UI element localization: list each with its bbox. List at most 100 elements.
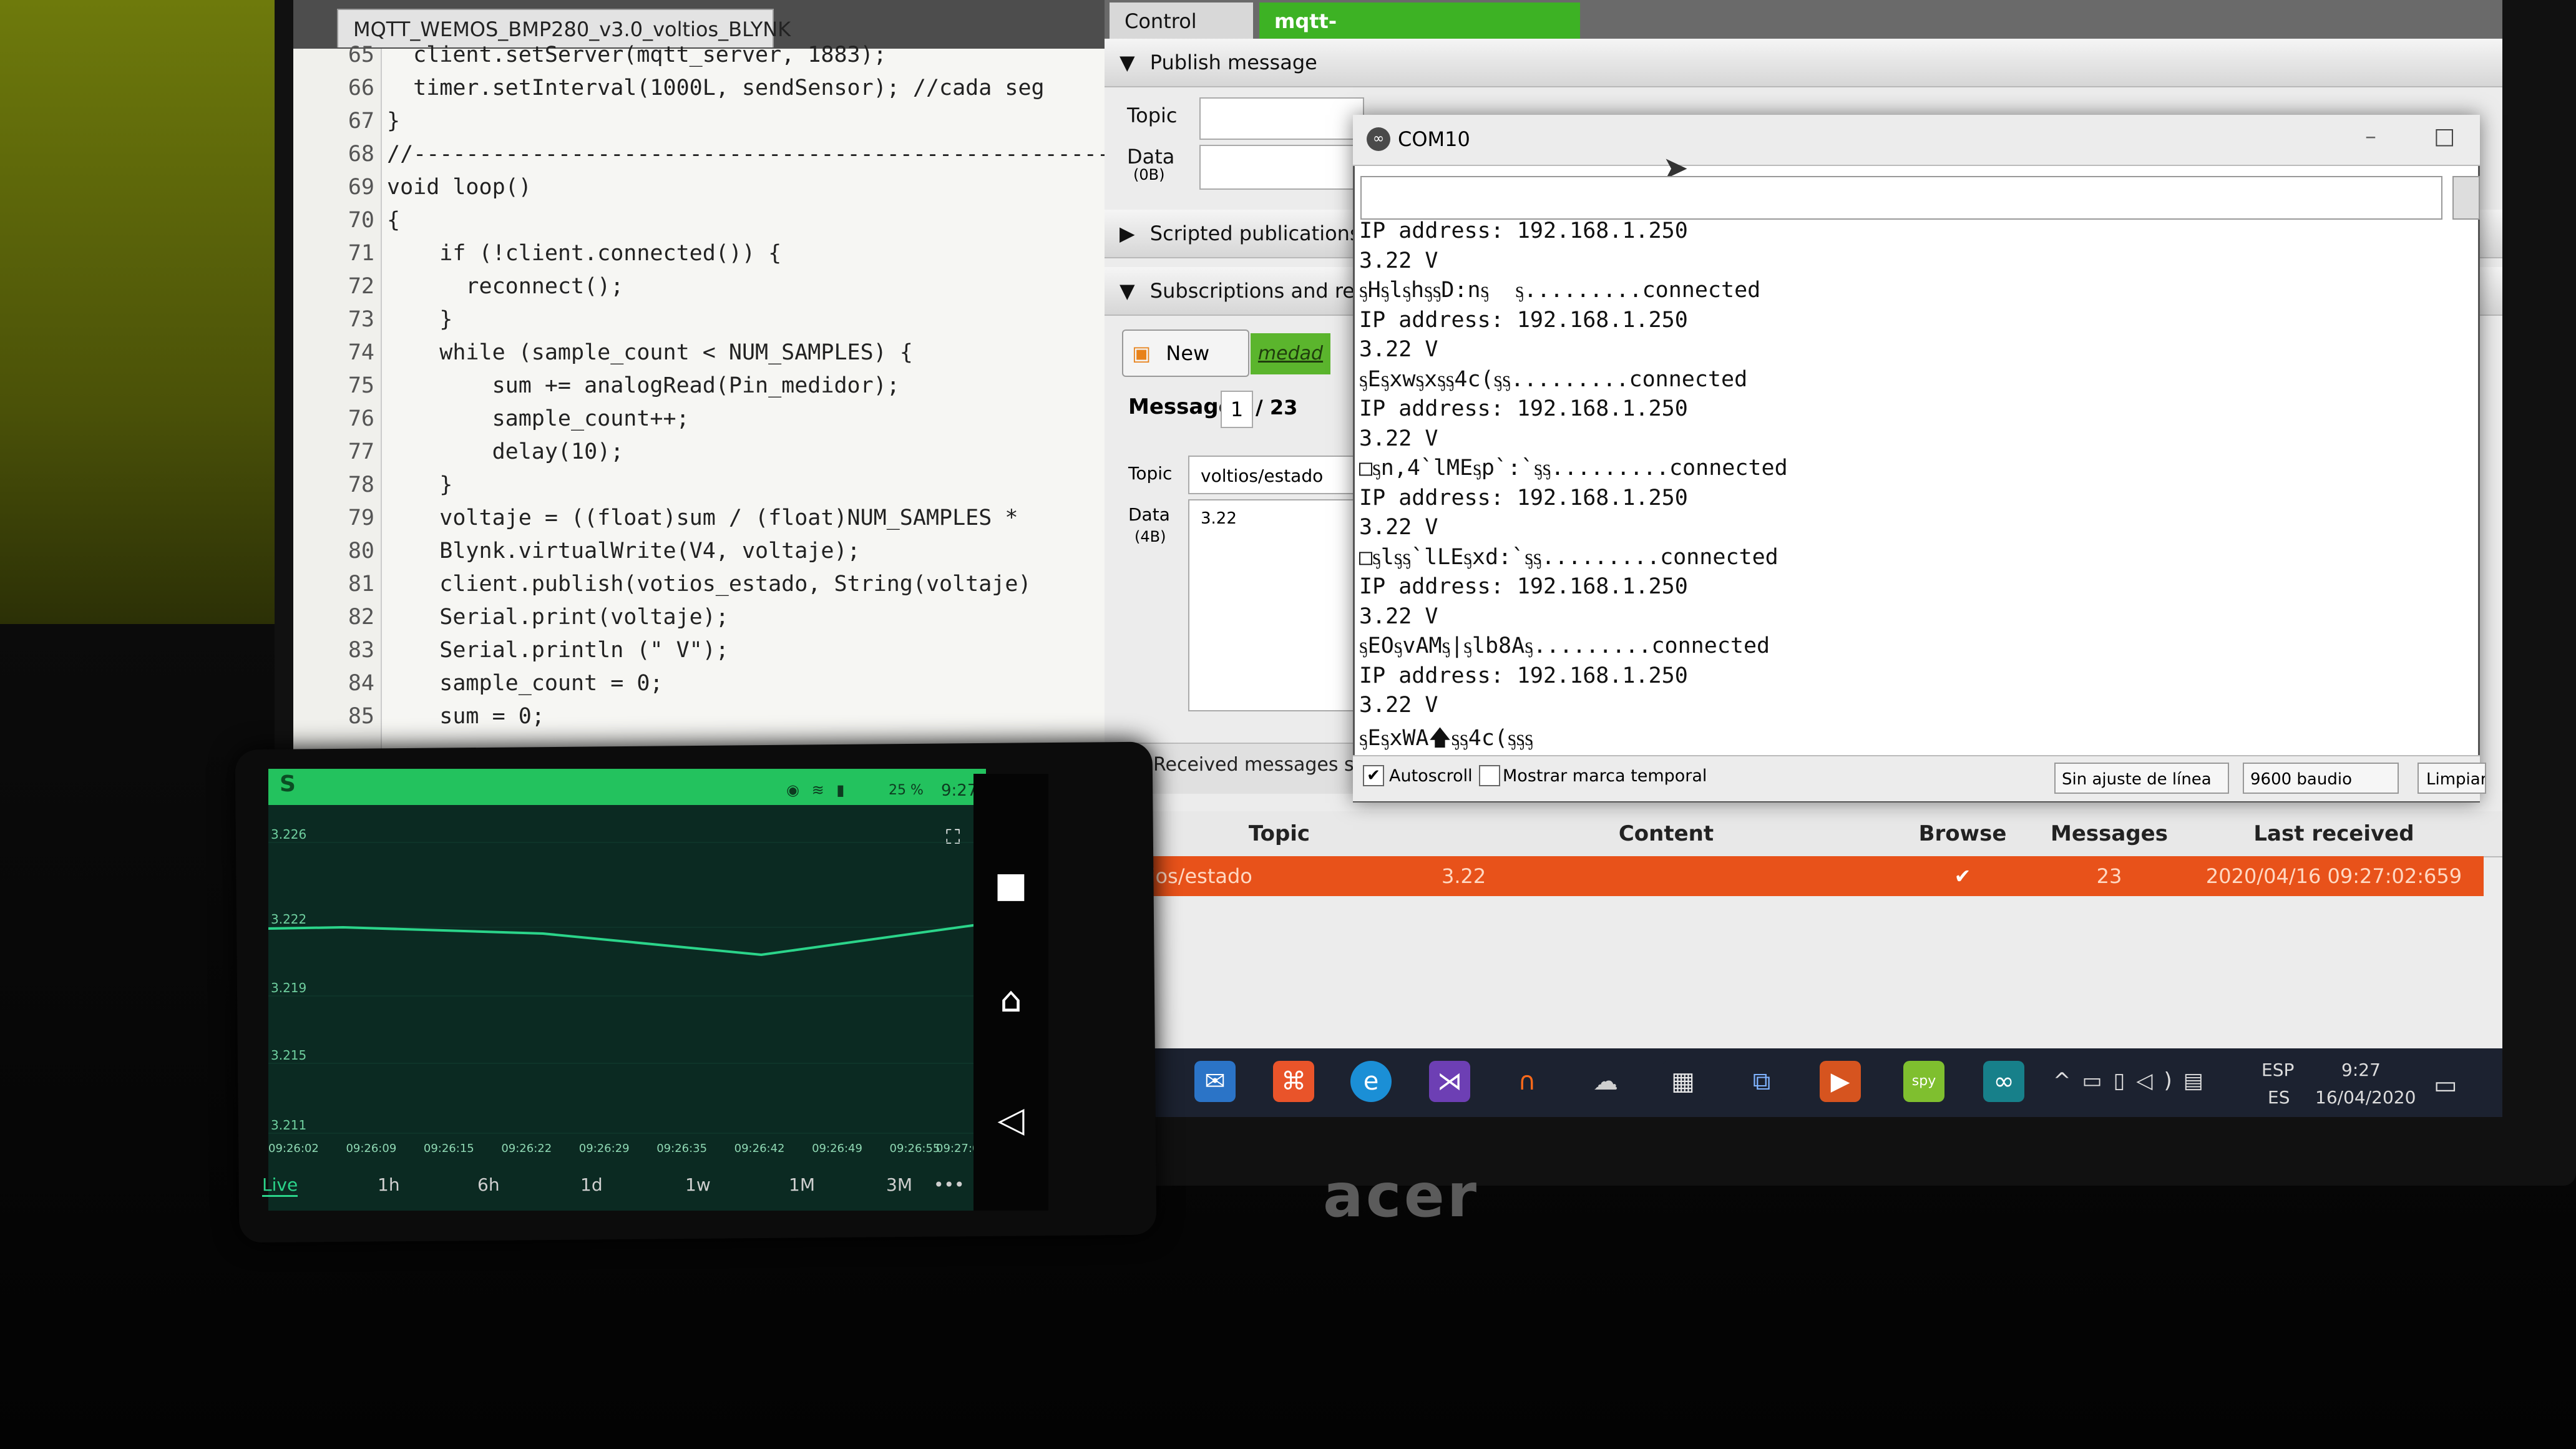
home-icon[interactable]: ⌂	[989, 980, 1033, 1020]
data-label: Data	[1127, 145, 1175, 168]
col-browse[interactable]: Browse	[1900, 811, 2025, 856]
code-line[interactable]: sum += analogRead(Pin_medidor);	[387, 373, 900, 398]
serial-line: ᶊEᶊxWA🡅ᶊᶊ4c(ᶊᶊᶊ	[1359, 725, 1533, 751]
range-1w[interactable]: 1w	[685, 1174, 711, 1195]
media-player-icon[interactable]: ▶	[1820, 1061, 1861, 1102]
col-last-received[interactable]: Last received	[2190, 811, 2477, 856]
x-tick: 09:26:15	[424, 1142, 474, 1155]
serial-line: IP address: 192.168.1.250	[1359, 663, 1688, 688]
message-label: Message	[1128, 394, 1233, 419]
new-button-label: New	[1166, 341, 1210, 365]
autoscroll-checkbox[interactable]: ✔	[1363, 765, 1384, 786]
col-content[interactable]: Content	[1435, 811, 1897, 856]
clock-date[interactable]: 16/04/2020	[2315, 1087, 2416, 1108]
code-line[interactable]: Blynk.virtualWrite(V4, voltaje);	[387, 539, 860, 564]
timestamp-checkbox[interactable]	[1479, 765, 1500, 786]
status-time: 9:27	[941, 781, 978, 800]
message-total: / 23	[1256, 396, 1298, 419]
line-number: 65	[348, 42, 374, 67]
lang-top[interactable]: ESP	[2261, 1060, 2294, 1080]
range-1d[interactable]: 1d	[580, 1174, 603, 1195]
x-tick: 09:26:29	[579, 1142, 630, 1155]
recent-apps-icon[interactable]: ■	[989, 865, 1033, 905]
remote-desktop-icon[interactable]: ⧉	[1741, 1061, 1782, 1102]
back-icon[interactable]: ◁	[989, 1100, 1033, 1140]
code-line[interactable]: if (!client.connected()) {	[387, 241, 781, 266]
line-ending-select[interactable]: Sin ajuste de línea	[2054, 763, 2229, 794]
message-index-field[interactable]: 1	[1221, 391, 1253, 428]
code-line[interactable]: Serial.print(voltaje);	[387, 605, 729, 630]
code-line[interactable]: client.setServer(mqtt_server, 1883);	[387, 42, 887, 67]
line-number: 84	[348, 671, 374, 696]
editor-tab[interactable]: MQTT_WEMOS_BMP280_v3.0_voltios_BLYNK	[337, 9, 791, 47]
code-line[interactable]: sum = 0;	[387, 704, 545, 729]
col-messages[interactable]: Messages	[2028, 811, 2190, 856]
send-button[interactable]	[2452, 176, 2480, 220]
message-data-value[interactable]: 3.22	[1188, 499, 1357, 711]
publish-topic-input[interactable]	[1199, 97, 1364, 140]
subscription-tab[interactable]: medad	[1251, 333, 1330, 374]
subscriptions-header-label: Subscriptions and rece	[1149, 279, 1378, 303]
range-1h[interactable]: 1h	[378, 1174, 400, 1195]
code-line[interactable]: client.publish(votios_estado, String(vol…	[387, 572, 1031, 597]
browse-checkbox[interactable]: ✔	[1900, 856, 2025, 896]
code-line[interactable]: }	[387, 307, 452, 332]
topic-label: Topic	[1127, 104, 1178, 127]
range-6h[interactable]: 6h	[477, 1174, 500, 1195]
notifications-icon[interactable]: ▭	[2434, 1071, 2457, 1100]
code-line[interactable]: sample_count++;	[387, 406, 690, 431]
x-tick: 09:26:09	[346, 1142, 396, 1155]
message-topic-value[interactable]: voltios/estado	[1188, 456, 1357, 494]
serial-input[interactable]	[1360, 176, 2442, 220]
code-line[interactable]: Serial.println (" V");	[387, 638, 729, 663]
code-line[interactable]: }	[387, 472, 452, 497]
code-line[interactable]: //--------------------------------------…	[387, 142, 1110, 167]
mail-icon[interactable]: ✉	[1194, 1061, 1236, 1102]
calculator-icon[interactable]: ▦	[1662, 1061, 1704, 1102]
line-number: 80	[348, 539, 374, 564]
serial-line: ᶊEᶊxwᶊxᶊᶊ4c(ᶊᶊ.........connected	[1359, 366, 1748, 392]
code-line[interactable]: while (sample_count < NUM_SAMPLES) {	[387, 340, 913, 365]
serial-line: ᶊHᶊlᶊhᶊᶊD:nᶊ ᶊ.........connected	[1359, 278, 1761, 303]
lang-bottom[interactable]: ES	[2268, 1087, 2290, 1108]
clear-button[interactable]: Limpiar	[2417, 763, 2486, 794]
x-tick: 09:26:35	[656, 1142, 707, 1155]
arduino-taskbar-icon[interactable]: ∞	[1983, 1061, 2024, 1102]
line-number: 73	[348, 307, 374, 332]
serial-line: IP address: 192.168.1.250	[1359, 396, 1688, 421]
serial-line: ᶊEOᶊvAMᶊ|ᶊlb8Aᶊ.........connected	[1359, 633, 1770, 658]
range-3m[interactable]: 3M	[886, 1174, 912, 1195]
publish-section-header[interactable]: ▼ Publish message	[1105, 39, 2502, 87]
visual-studio-icon[interactable]: ⋊	[1429, 1061, 1470, 1102]
maximize-icon[interactable]: □	[2434, 124, 2455, 149]
code-line[interactable]: reconnect();	[387, 274, 623, 299]
clock-time[interactable]: 9:27	[2341, 1060, 2381, 1080]
tab-connection[interactable]: mqtt-spy_local@192.168.1.230	[1259, 2, 1580, 71]
serial-line: 3.22 V	[1359, 515, 1438, 540]
range-live[interactable]: Live	[262, 1174, 298, 1197]
mqtt-spy-taskbar-icon[interactable]: spy	[1903, 1061, 1944, 1102]
code-line[interactable]: sample_count = 0;	[387, 671, 663, 696]
code-line[interactable]: voltaje = ((float)sum / (float)NUM_SAMPL…	[387, 505, 1018, 530]
received-header[interactable]: Received messages su	[1153, 754, 1366, 776]
more-options-icon[interactable]: •••	[934, 1174, 965, 1195]
code-line[interactable]: timer.setInterval(1000L, sendSensor); //…	[387, 76, 1044, 100]
xampp-icon[interactable]: ⌘	[1273, 1061, 1314, 1102]
code-line[interactable]: delay(10);	[387, 439, 624, 464]
headphones-icon[interactable]: ∩	[1506, 1061, 1548, 1102]
line-number: 66	[348, 76, 374, 100]
serial-monitor-titlebar	[1353, 115, 2480, 166]
new-subscription-button[interactable]: ▣ New	[1122, 329, 1249, 377]
code-line[interactable]: }	[387, 109, 400, 134]
system-tray-icons[interactable]: ^▭▯◁)▤	[2053, 1068, 2215, 1093]
code-line[interactable]: void loop()	[387, 175, 532, 200]
publish-data-input[interactable]	[1199, 145, 1364, 190]
tab-control-panel[interactable]: Control panel	[1110, 2, 1253, 71]
minimize-icon[interactable]: –	[2365, 124, 2376, 149]
code-line[interactable]: {	[387, 208, 400, 233]
edge-icon[interactable]: e	[1350, 1061, 1392, 1102]
col-topic[interactable]: Topic	[1142, 811, 1417, 856]
baud-select[interactable]: 9600 baudio	[2243, 763, 2399, 794]
range-1m[interactable]: 1M	[789, 1174, 815, 1195]
network-tool-icon[interactable]: ☁	[1585, 1061, 1626, 1102]
